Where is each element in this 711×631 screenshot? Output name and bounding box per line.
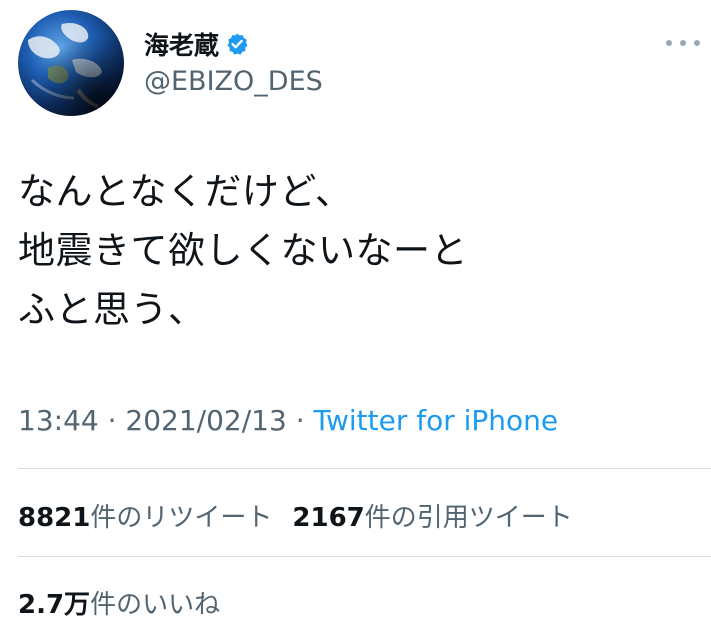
divider bbox=[18, 556, 711, 557]
retweets-label: 件のリツイート bbox=[90, 503, 273, 533]
tweet-date[interactable]: 2021/02/13 bbox=[125, 404, 286, 437]
tweet-time[interactable]: 13:44 bbox=[18, 404, 99, 437]
more-options-button[interactable] bbox=[666, 30, 700, 56]
avatar[interactable] bbox=[18, 10, 124, 116]
tweet-meta: 13:44 · 2021/02/13 · Twitter for iPhone bbox=[18, 404, 558, 437]
tweet-line: 地震きて欲しくないなーと bbox=[18, 229, 468, 272]
likes-stat[interactable]: 2.7万件のいいね bbox=[18, 584, 220, 621]
display-name[interactable]: 海老蔵 bbox=[144, 26, 219, 62]
meta-separator: · bbox=[286, 404, 314, 437]
retweets-count: 8821 bbox=[18, 503, 91, 533]
author-handle[interactable]: @EBIZO_DES bbox=[144, 66, 323, 97]
retweets-stat[interactable]: 8821件のリツイート bbox=[18, 497, 272, 534]
divider bbox=[18, 468, 711, 469]
earth-globe-icon bbox=[18, 10, 124, 116]
more-dot-icon bbox=[666, 40, 672, 46]
likes-label: 件のいいね bbox=[90, 590, 221, 620]
tweet-text: なんとなくだけど、 地震きて欲しくないなーと ふと思う、 bbox=[18, 162, 698, 339]
tweet-line: ふと思う、 bbox=[18, 288, 206, 331]
more-dot-icon bbox=[694, 40, 700, 46]
quotes-label: 件の引用ツイート bbox=[364, 503, 573, 533]
likes-count: 2.7万 bbox=[18, 590, 91, 620]
author-name-row[interactable]: 海老蔵 bbox=[144, 26, 249, 62]
quotes-stat[interactable]: 2167件の引用ツイート bbox=[292, 497, 572, 534]
more-dot-icon bbox=[680, 40, 686, 46]
meta-separator: · bbox=[98, 404, 126, 437]
tweet-line: なんとなくだけど、 bbox=[18, 170, 353, 213]
tweet-source-link[interactable]: Twitter for iPhone bbox=[314, 404, 559, 437]
verified-badge-icon bbox=[225, 32, 249, 56]
stats-row: 8821件のリツイート 2167件の引用ツイート bbox=[18, 497, 593, 534]
quotes-count: 2167 bbox=[292, 503, 365, 533]
